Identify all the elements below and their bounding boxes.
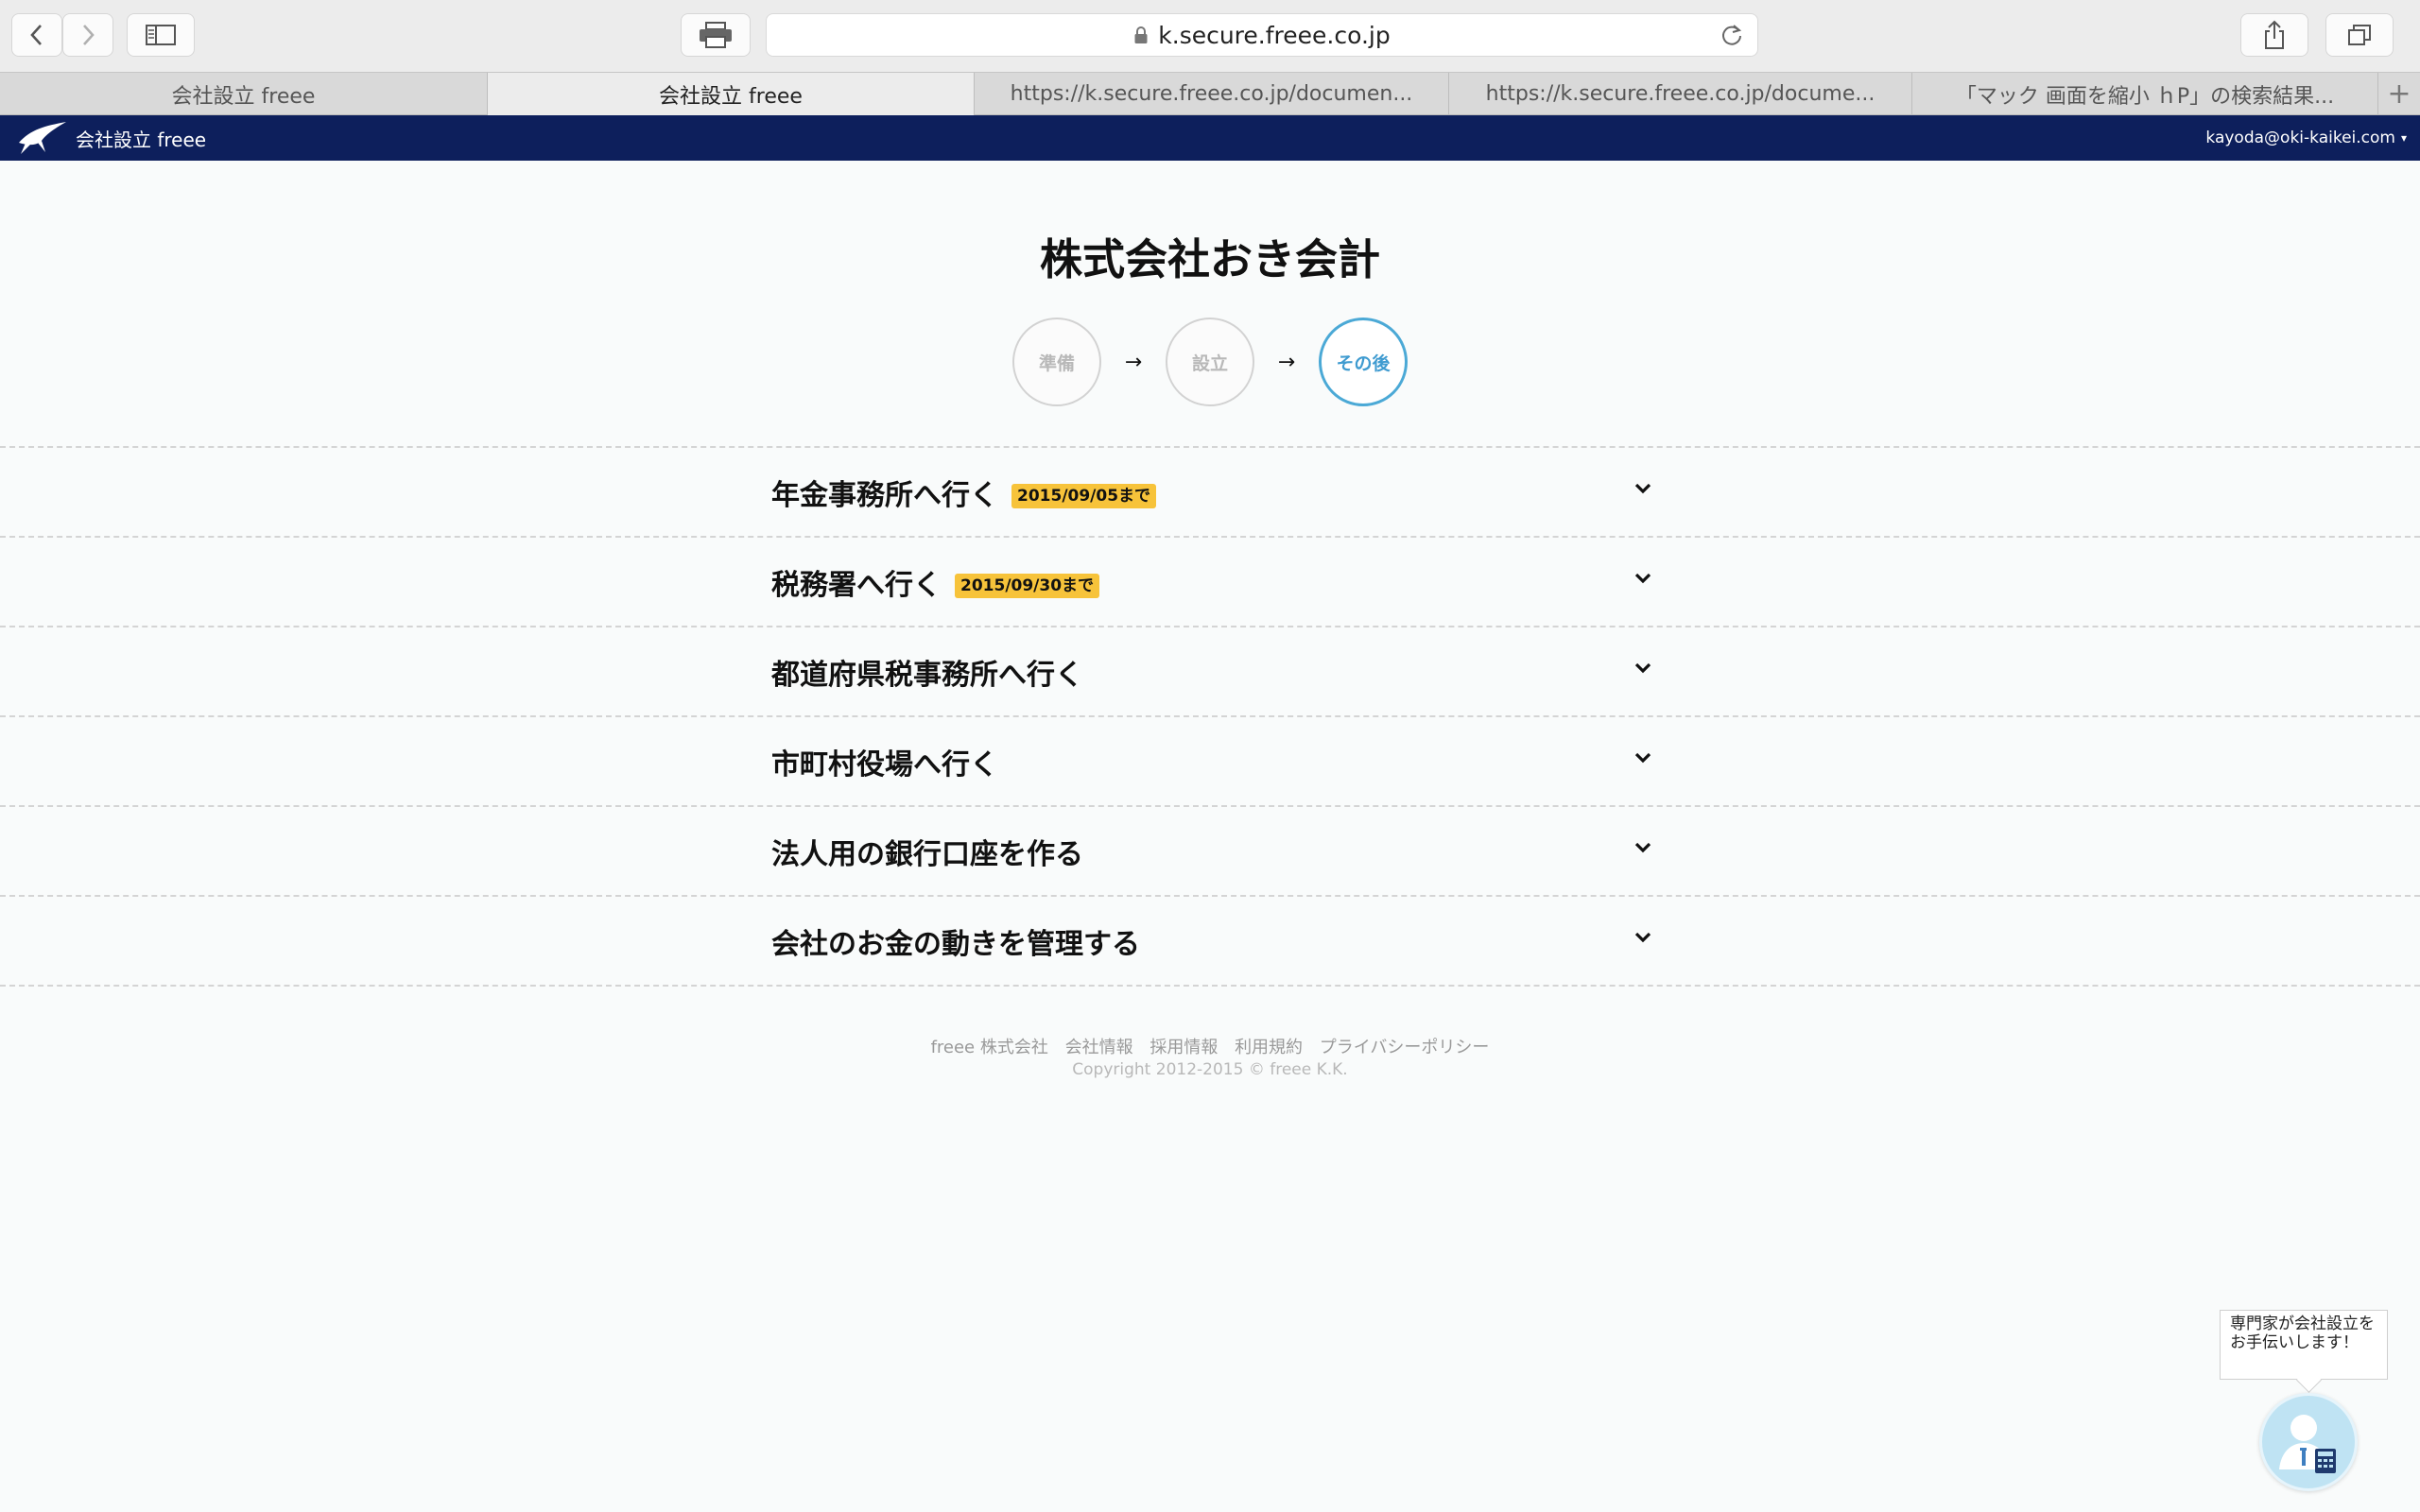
address-bar[interactable]: k.secure.freee.co.jp xyxy=(766,13,1758,57)
chevron-right-icon xyxy=(83,25,95,45)
tab-5[interactable]: 「マック 画面を縮小 ｈP」の検索結果... xyxy=(1912,73,2378,115)
tabs-icon xyxy=(2348,25,2371,45)
chevron-down-icon[interactable] xyxy=(1634,931,1652,944)
tab-2[interactable]: 会社設立 freee xyxy=(488,73,975,115)
step-after[interactable]: その後 xyxy=(1319,318,1408,406)
task-item-bank-account[interactable]: 法人用の銀行口座を作る xyxy=(0,807,2420,897)
footer-links: freee 株式会社 会社情報 採用情報 利用規約 プライバシーポリシー xyxy=(0,1034,2420,1058)
copyright: Copyright 2012-2015 © freee K.K. xyxy=(1072,1060,1348,1079)
task-label: 会社のお金の動きを管理する xyxy=(771,927,1140,961)
browser-toolbar: k.secure.freee.co.jp xyxy=(0,0,2420,72)
tabs-overview-button[interactable] xyxy=(2325,13,2394,57)
sidebar-toggle-button[interactable] xyxy=(127,13,195,57)
task-label: 税務署へ行く xyxy=(771,568,942,602)
chevron-left-icon xyxy=(30,25,42,45)
brand-name: 会社設立 freee xyxy=(76,128,207,151)
footer-link-terms[interactable]: 利用規約 xyxy=(1235,1038,1303,1057)
task-item-tax-office[interactable]: 税務署へ行く 2015/09/30まで xyxy=(0,538,2420,627)
task-item-money-management[interactable]: 会社のお金の動きを管理する xyxy=(0,897,2420,987)
printer-icon xyxy=(700,22,732,48)
footer-link-privacy[interactable]: プライバシーポリシー xyxy=(1320,1038,1490,1057)
new-tab-button[interactable]: + xyxy=(2378,73,2420,115)
footer-link-careers[interactable]: 採用情報 xyxy=(1150,1038,1218,1057)
deadline-badge: 2015/09/30まで xyxy=(955,573,1100,598)
tab-label: https://k.secure.freee.co.jp/docume... xyxy=(1485,82,1876,106)
chevron-down-icon[interactable] xyxy=(1634,662,1652,675)
account-email: kayoda@oki-kaikei.com xyxy=(2205,129,2395,147)
step-preparation[interactable]: 準備 xyxy=(1012,318,1101,406)
tab-label: https://k.secure.freee.co.jp/documen... xyxy=(1010,82,1413,106)
brand-logo[interactable]: 会社設立 freee xyxy=(17,120,206,156)
bird-logo-icon xyxy=(19,122,66,154)
print-button[interactable] xyxy=(681,13,751,57)
expert-avatar-icon xyxy=(2279,1415,2336,1473)
task-list: 年金事務所へ行く 2015/09/05まで 税務署へ行く 2015/09/30ま… xyxy=(0,446,2420,987)
arrow-right-icon: → xyxy=(1277,350,1296,374)
tab-label: 会社設立 freee xyxy=(659,84,803,109)
share-icon xyxy=(2265,20,2284,49)
tab-label: 会社設立 freee xyxy=(171,84,316,109)
task-item-pension-office[interactable]: 年金事務所へ行く 2015/09/05まで xyxy=(0,448,2420,538)
task-item-prefectural-tax-office[interactable]: 都道府県税事務所へ行く xyxy=(0,627,2420,717)
help-bubble[interactable]: 専門家が会社設立をお手伝いします！ xyxy=(2220,1310,2388,1380)
chevron-down-icon[interactable] xyxy=(1634,751,1652,765)
progress-steps: 準備 → 設立 → その後 xyxy=(0,316,2420,408)
chevron-down-icon[interactable] xyxy=(1634,482,1652,495)
url-text: k.secure.freee.co.jp xyxy=(1158,21,1391,49)
chevron-down-icon[interactable] xyxy=(1634,841,1652,854)
back-button[interactable] xyxy=(11,13,62,57)
tab-label: 「マック 画面を縮小 ｈP」の検索結果... xyxy=(1955,84,2335,109)
app-header: 会社設立 freee kayoda@oki-kaikei.com ▾ xyxy=(0,115,2420,161)
footer-link-company-info[interactable]: 会社情報 xyxy=(1065,1038,1133,1057)
tab-1[interactable]: 会社設立 freee xyxy=(0,73,488,115)
footer-link-company[interactable]: freee 株式会社 xyxy=(931,1038,1048,1057)
forward-button[interactable] xyxy=(62,13,113,57)
arrow-right-icon: → xyxy=(1124,350,1143,374)
share-button[interactable] xyxy=(2240,13,2308,57)
deadline-badge: 2015/09/05まで xyxy=(1011,483,1157,508)
tab-3[interactable]: https://k.secure.freee.co.jp/documen... xyxy=(975,73,1449,115)
task-label: 法人用の銀行口座を作る xyxy=(771,837,1083,871)
chevron-down-icon[interactable] xyxy=(1634,572,1652,585)
account-menu[interactable]: kayoda@oki-kaikei.com ▾ xyxy=(2205,129,2407,147)
lock-icon xyxy=(1134,26,1148,43)
task-label: 年金事務所へ行く xyxy=(771,478,998,512)
step-establishment[interactable]: 設立 xyxy=(1166,318,1254,406)
tab-bar: 会社設立 freee 会社設立 freee https://k.secure.f… xyxy=(0,72,2420,115)
sidebar-icon xyxy=(146,25,176,45)
caret-down-icon: ▾ xyxy=(2400,131,2407,145)
task-label: 都道府県税事務所へ行く xyxy=(771,658,1083,692)
help-expert-button[interactable] xyxy=(2259,1393,2358,1491)
company-title: 株式会社おき会計 xyxy=(1039,234,1380,284)
tab-4[interactable]: https://k.secure.freee.co.jp/docume... xyxy=(1449,73,1912,115)
task-label: 市町村役場へ行く xyxy=(771,747,998,782)
task-item-city-hall[interactable]: 市町村役場へ行く xyxy=(0,717,2420,807)
reload-icon[interactable] xyxy=(1720,23,1744,47)
